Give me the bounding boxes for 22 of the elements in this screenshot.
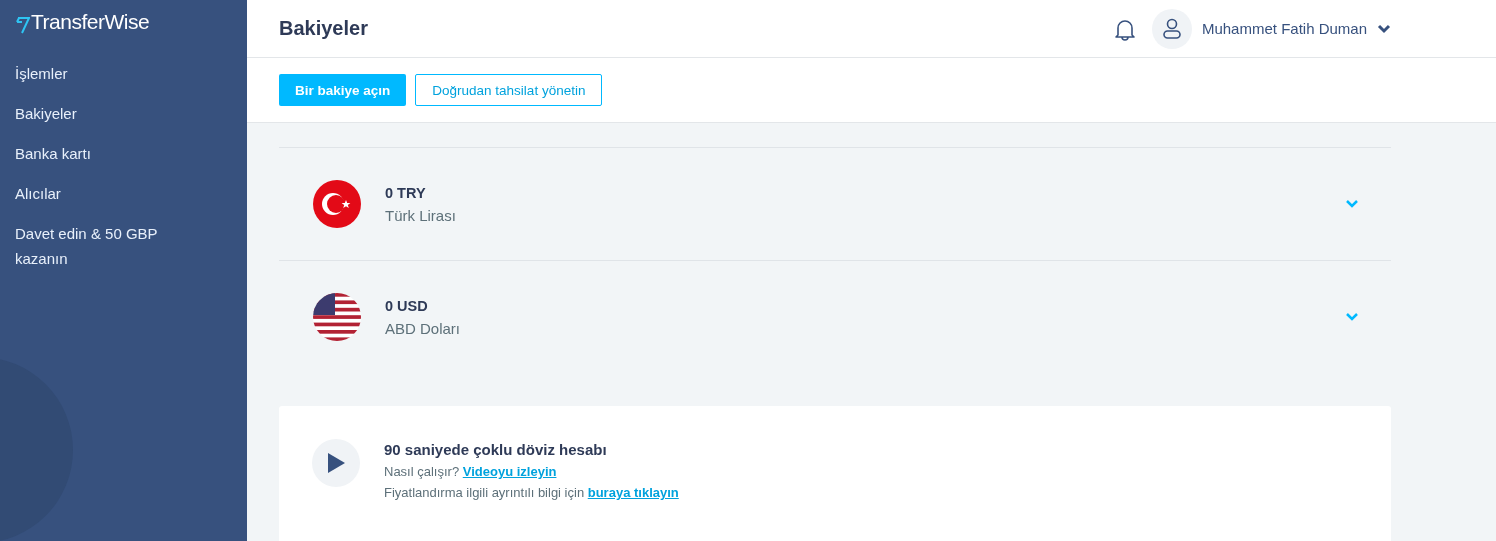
currency-name: ABD Doları <box>385 319 462 337</box>
promo-text: Fiyatlandırma ilgili ayrıntılı bilgi için buraya tıklayın <box>384 485 679 500</box>
balance-amount: 0 USD <box>385 297 429 314</box>
sidebar-item[interactable]: Alıcılar <box>15 181 185 206</box>
turkey-flag-icon <box>313 180 361 228</box>
currency-name: Türk Lirası <box>385 206 457 224</box>
balance-row[interactable]: 0 TRY Türk Lirası <box>279 148 1391 261</box>
sidebar-item[interactable]: Davet edin & 50 GBP kazanın <box>15 221 185 271</box>
logo-icon <box>16 16 30 34</box>
promo-title: 90 saniyede çoklu döviz hesabı <box>384 441 608 458</box>
usa-flag-icon <box>313 293 361 341</box>
balance-row[interactable]: 0 USD ABD Doları <box>279 261 1391 373</box>
brand-name: TransferWise <box>31 10 150 34</box>
sidebar-item[interactable]: Bakiyeler <box>15 101 185 126</box>
user-name[interactable]: Muhammet Fatih Duman <box>1201 20 1367 37</box>
sidebar-item[interactable]: Banka kartı <box>15 141 185 166</box>
chevron-down-icon[interactable] <box>1377 23 1391 34</box>
promo-text: Nasıl çalışır? Videoyu izleyin <box>384 464 558 479</box>
play-icon[interactable] <box>312 439 360 487</box>
sidebar-item[interactable]: İşlemler <box>15 61 185 86</box>
balance-amount: 0 TRY <box>385 184 427 201</box>
page-title: Bakiyeler <box>279 17 368 40</box>
